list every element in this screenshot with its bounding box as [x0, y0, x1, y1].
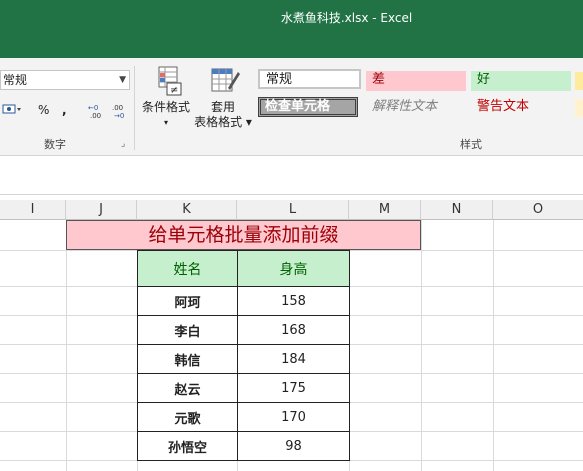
- name-cell[interactable]: 孙悟空: [137, 431, 238, 461]
- title-bar: 水煮鱼科技.xlsx - Excel: [0, 0, 583, 58]
- column-header-o[interactable]: O: [493, 200, 583, 220]
- svg-text:→0: →0: [114, 112, 124, 119]
- column-header-i[interactable]: I: [0, 200, 66, 220]
- header-cell-height[interactable]: 身高: [237, 250, 350, 287]
- dialog-launcher-icon[interactable]: ⌟: [121, 139, 125, 149]
- svg-text:.00: .00: [112, 104, 123, 112]
- column-header-n[interactable]: N: [421, 200, 493, 220]
- table-row: 孙悟空 98: [137, 431, 350, 461]
- accounting-format-icon[interactable]: [2, 103, 22, 120]
- grid-line: [66, 220, 67, 471]
- height-cell[interactable]: 170: [237, 402, 350, 432]
- window-title: 水煮鱼科技.xlsx - Excel: [280, 11, 413, 25]
- name-cell[interactable]: 元歌: [137, 402, 238, 432]
- format-as-table-label-2: 表格格式 ▾: [194, 115, 252, 129]
- number-format-dropdown[interactable]: 常规 ▼: [0, 70, 130, 90]
- style-good[interactable]: 好: [471, 71, 571, 91]
- formula-bar[interactable]: [0, 160, 583, 195]
- table-row: 元歌 170: [137, 402, 350, 432]
- column-header-k[interactable]: K: [137, 200, 237, 220]
- percent-button[interactable]: %: [38, 103, 49, 117]
- svg-text:.00: .00: [90, 112, 101, 119]
- style-neutral-partial[interactable]: [575, 72, 583, 90]
- conditional-format-button[interactable]: ≠ 条件格式 ▾: [138, 66, 194, 130]
- svg-text:≠: ≠: [170, 85, 178, 96]
- number-format-value: 常规: [3, 73, 28, 87]
- decrease-decimal-icon[interactable]: .00 →0: [112, 103, 130, 122]
- styles-group-label: 样式: [460, 138, 482, 151]
- header-cell-name[interactable]: 姓名: [137, 250, 238, 287]
- merged-title-cell[interactable]: 给单元格批量添加前缀: [66, 220, 421, 250]
- svg-text:←0: ←0: [88, 104, 98, 112]
- column-header-m[interactable]: M: [349, 200, 421, 220]
- height-cell[interactable]: 175: [237, 373, 350, 403]
- conditional-format-label: 条件格式: [141, 100, 190, 114]
- table-row: 阿珂 158: [137, 286, 350, 316]
- style-note-partial[interactable]: [575, 99, 583, 117]
- table-header-row: 姓名 身高: [137, 250, 350, 287]
- column-header-j[interactable]: J: [66, 200, 137, 220]
- conditional-format-caret: ▾: [163, 118, 168, 127]
- table-row: 李白 168: [137, 315, 350, 345]
- style-bad[interactable]: 差: [366, 71, 466, 91]
- column-header-l[interactable]: L: [237, 200, 349, 220]
- table-row: 赵云 175: [137, 373, 350, 403]
- style-explanatory[interactable]: 解释性文本: [366, 98, 466, 118]
- comma-button[interactable]: ,: [62, 103, 67, 117]
- height-cell[interactable]: 98: [237, 431, 350, 461]
- name-cell[interactable]: 赵云: [137, 373, 238, 403]
- name-cell[interactable]: 阿珂: [137, 286, 238, 316]
- height-cell[interactable]: 168: [237, 315, 350, 345]
- chevron-down-icon: ▼: [119, 75, 126, 85]
- height-cell[interactable]: 158: [237, 286, 350, 316]
- style-normal[interactable]: 常规: [258, 69, 361, 89]
- number-group-label: 数字: [44, 138, 66, 151]
- group-divider: [134, 66, 135, 150]
- grid-line: [493, 220, 494, 471]
- number-buttons: % , ←0.00 .00 →0: [0, 101, 135, 121]
- conditional-format-icon: ≠: [149, 66, 183, 96]
- name-cell[interactable]: 韩信: [137, 344, 238, 374]
- style-warning[interactable]: 警告文本: [471, 98, 571, 118]
- data-table: 姓名 身高 阿珂 158 李白 168 韩信 184 赵云 175 元歌 170…: [137, 250, 350, 461]
- grid-line: [421, 220, 422, 471]
- name-cell[interactable]: 李白: [137, 315, 238, 345]
- table-row: 韩信 184: [137, 344, 350, 374]
- style-check-cell[interactable]: 检查单元格: [258, 97, 358, 117]
- format-as-table-icon: [206, 66, 240, 96]
- format-as-table-label-1: 套用: [210, 100, 235, 114]
- height-cell[interactable]: 184: [237, 344, 350, 374]
- increase-decimal-icon[interactable]: ←0.00: [88, 103, 106, 122]
- format-as-table-button[interactable]: 套用 表格格式 ▾: [192, 66, 254, 130]
